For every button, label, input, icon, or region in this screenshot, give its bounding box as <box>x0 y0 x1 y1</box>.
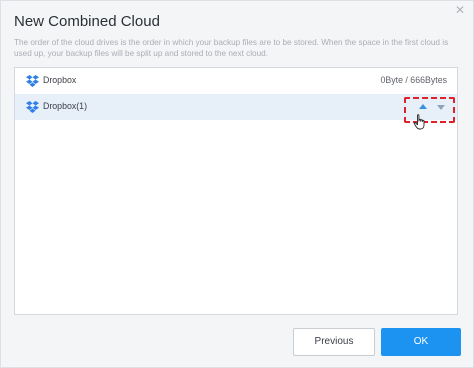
move-up-icon[interactable] <box>419 104 427 109</box>
cloud-row[interactable]: Dropbox 0Byte / 666Bytes <box>15 68 457 94</box>
dropbox-icon <box>26 75 39 87</box>
dropbox-icon <box>26 101 39 113</box>
cloud-size: 0Byte / 666Bytes <box>380 75 447 85</box>
ok-button[interactable]: OK <box>381 328 461 356</box>
cloud-name: Dropbox <box>43 75 77 85</box>
cloud-name: Dropbox(1) <box>43 101 88 111</box>
previous-button[interactable]: Previous <box>293 328 375 356</box>
close-icon[interactable]: ✕ <box>453 3 467 17</box>
cloud-list: Dropbox 0Byte / 666Bytes Dropbox(1) <box>14 67 458 315</box>
combined-cloud-dialog: ✕ New Combined Cloud The order of the cl… <box>0 0 474 368</box>
cloud-row-selected[interactable]: Dropbox(1) <box>15 94 457 130</box>
dialog-description: The order of the cloud drives is the ord… <box>14 38 449 58</box>
move-down-icon[interactable] <box>437 105 445 110</box>
hand-cursor-icon <box>413 114 425 130</box>
dialog-title: New Combined Cloud <box>14 13 160 30</box>
order-controls-highlight <box>404 97 455 123</box>
